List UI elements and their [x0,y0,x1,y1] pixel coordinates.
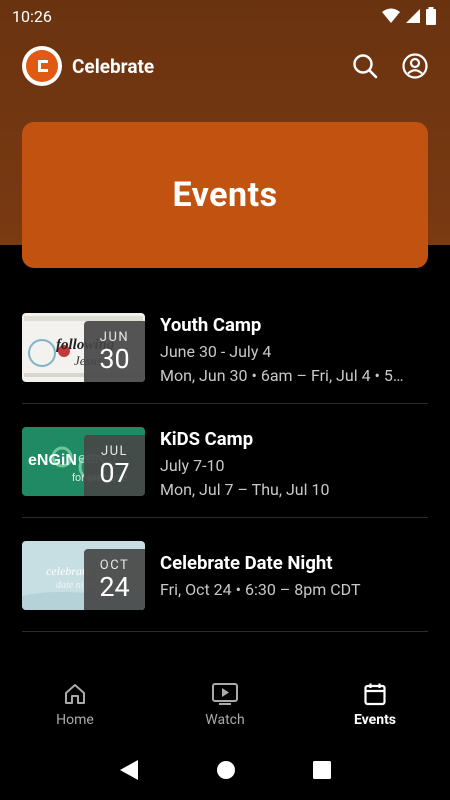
event-date-range: July 7-10 [160,456,225,475]
event-thumbnail: eNGiN eered for purpose JUL 07 [22,427,145,496]
status-bar: 10:26 [0,0,450,32]
event-list: following Jesus JUN 30 Youth Camp June 3… [22,290,428,632]
watch-icon [212,683,238,705]
events-hero-card: Events [22,122,428,268]
cellular-icon [406,9,420,23]
nav-item-events[interactable]: Events [300,672,450,744]
event-row-youth-camp[interactable]: following Jesus JUN 30 Youth Camp June 3… [22,290,428,404]
recents-icon[interactable] [313,761,332,779]
wifi-icon [382,8,400,23]
badge-day: 07 [99,456,130,489]
date-badge: JUL 07 [84,435,145,496]
event-row-kids-camp[interactable]: eNGiN eered for purpose JUL 07 KiDS Camp… [22,404,428,518]
status-time: 10:26 [12,6,52,26]
event-thumbnail: following Jesus JUN 30 [22,313,145,382]
nav-label-events: Events [353,712,397,728]
app-logo[interactable] [22,46,62,86]
back-icon[interactable] [119,759,139,781]
event-details: KiDS Camp July 7-10 Mon, Jul 7 – Thu, Ju… [160,427,428,502]
event-title: Celebrate Date Night [160,552,333,574]
home-icon [65,684,85,704]
event-title: KiDS Camp [160,428,254,450]
status-icons [382,7,436,25]
app-title: Celebrate [72,54,155,78]
event-schedule: Mon, Jul 7 – Thu, Jul 10 [160,480,330,499]
app-bar: Celebrate [0,40,450,92]
event-date-range: Fri, Oct 24 • 6:30 – 8pm CDT [160,580,361,599]
event-title: Youth Camp [160,314,262,336]
app-actions [352,53,428,79]
home-button-icon[interactable] [216,760,236,780]
event-schedule: Mon, Jun 30 • 6am – Fri, Jul 4 • 5… [160,366,404,385]
date-badge: OCT 24 [84,549,145,610]
event-details: Celebrate Date Night Fri, Oct 24 • 6:30 … [160,541,428,602]
nav-item-watch[interactable]: Watch [150,672,300,744]
nav-item-home[interactable]: Home [0,672,150,744]
nav-label-watch: Watch [205,712,245,728]
date-badge: JUN 30 [84,321,145,382]
event-details: Youth Camp June 30 - July 4 Mon, Jun 30 … [160,313,428,388]
search-icon[interactable] [352,53,378,79]
account-icon[interactable] [402,53,428,79]
nav-label-home: Home [56,712,94,728]
bottom-navigation: Home Watch Events [0,672,450,744]
badge-day: 30 [99,342,130,375]
event-thumbnail: celebrate date night OCT 24 [22,541,145,610]
celebrate-logo-icon [26,50,58,82]
system-navigation-bar [0,748,450,792]
badge-day: 24 [99,570,130,603]
calendar-icon [364,683,386,706]
event-row-date-night[interactable]: celebrate date night OCT 24 Celebrate Da… [22,518,428,632]
event-date-range: June 30 - July 4 [160,342,272,361]
battery-icon [426,7,436,25]
svg-text:eNGiN: eNGiN [28,452,77,469]
